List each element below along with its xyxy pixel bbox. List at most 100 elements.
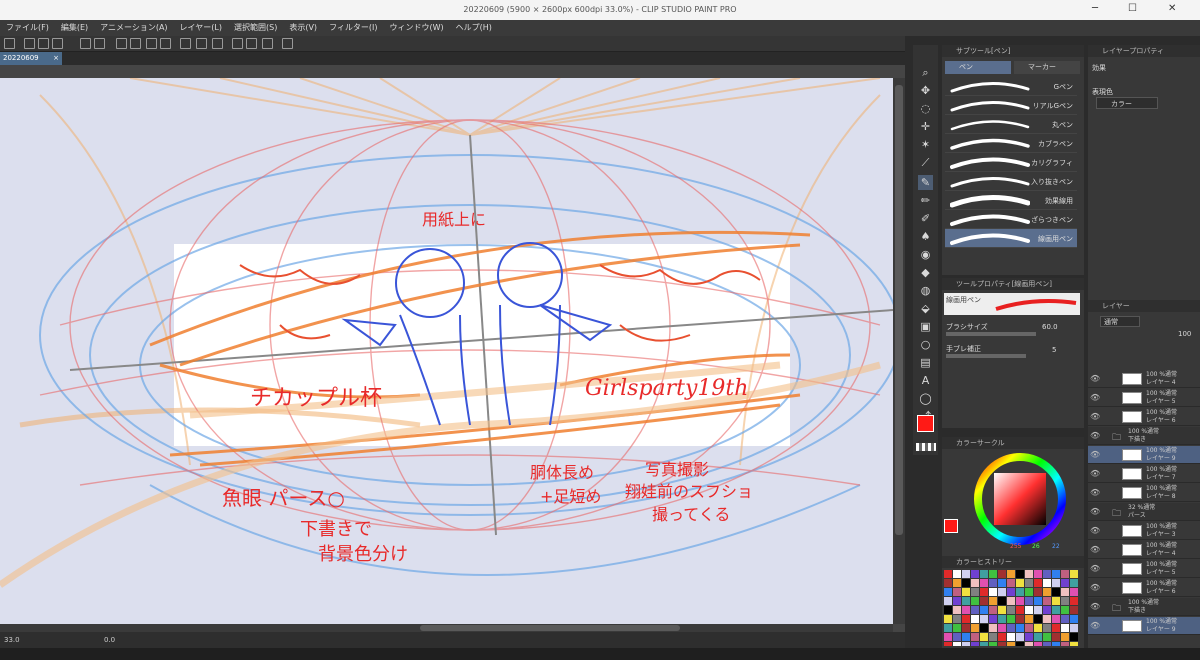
new-file-icon[interactable] (24, 38, 35, 49)
history-swatch[interactable] (944, 579, 952, 587)
history-swatch[interactable] (953, 642, 961, 646)
history-swatch[interactable] (1025, 597, 1033, 605)
auto-select-icon[interactable]: ✶ (918, 137, 933, 152)
layer-row[interactable]: 👁 100 %通常 レイヤー 8 (1088, 484, 1200, 502)
history-swatch[interactable] (980, 615, 988, 623)
save-icon[interactable] (52, 38, 63, 49)
history-swatch[interactable] (953, 615, 961, 623)
history-swatch[interactable] (1070, 642, 1078, 646)
history-swatch[interactable] (1007, 588, 1015, 596)
history-swatch[interactable] (1070, 633, 1078, 641)
history-swatch[interactable] (971, 597, 979, 605)
history-swatch[interactable] (1007, 642, 1015, 646)
layer-row[interactable]: 👁 100 %通常 レイヤー 6 (1088, 579, 1200, 597)
history-swatch[interactable] (1034, 606, 1042, 614)
redo-icon[interactable] (94, 38, 105, 49)
history-swatch[interactable] (980, 579, 988, 587)
history-swatch[interactable] (989, 597, 997, 605)
history-swatch[interactable] (1025, 579, 1033, 587)
history-swatch[interactable] (1052, 606, 1060, 614)
history-swatch[interactable] (971, 624, 979, 632)
close-tab-icon[interactable]: × (53, 52, 59, 65)
history-swatch[interactable] (1043, 570, 1051, 578)
visibility-eye-icon[interactable]: 👁 (1090, 469, 1100, 478)
history-swatch[interactable] (980, 606, 988, 614)
history-swatch[interactable] (989, 588, 997, 596)
history-swatch[interactable] (1016, 615, 1024, 623)
layer-row[interactable]: 👁 100 %通常 レイヤー 5 (1088, 560, 1200, 578)
layer-row[interactable]: 👁 100 %通常 レイヤー 9 (1088, 617, 1200, 635)
menu-file[interactable]: ファイル(F) (0, 20, 55, 36)
history-swatch[interactable] (998, 570, 1006, 578)
history-swatch[interactable] (1070, 570, 1078, 578)
undo-icon[interactable] (80, 38, 91, 49)
transform-icon[interactable] (160, 38, 171, 49)
history-swatch[interactable] (1016, 597, 1024, 605)
history-swatch[interactable] (980, 570, 988, 578)
history-swatch[interactable] (1007, 579, 1015, 587)
history-swatch[interactable] (1034, 570, 1042, 578)
history-swatch[interactable] (1043, 606, 1051, 614)
layer-row[interactable]: 👁 100 %通常 レイヤー 9 (1088, 446, 1200, 464)
menu-view[interactable]: 表示(V) (283, 20, 323, 36)
maximize-button[interactable]: ☐ (1128, 3, 1137, 14)
history-swatch[interactable] (989, 642, 997, 646)
stabilization-slider[interactable] (946, 354, 1026, 358)
current-color-swatch[interactable] (944, 519, 958, 533)
brush-size-slider[interactable] (946, 332, 1036, 336)
history-swatch[interactable] (962, 642, 970, 646)
menu-help[interactable]: ヘルプ(H) (450, 20, 498, 36)
history-swatch[interactable] (998, 588, 1006, 596)
visibility-eye-icon[interactable]: 👁 (1090, 583, 1100, 592)
history-swatch[interactable] (1034, 633, 1042, 641)
history-swatch[interactable] (1016, 642, 1024, 646)
history-swatch[interactable] (1052, 615, 1060, 623)
history-swatch[interactable] (962, 570, 970, 578)
history-swatch[interactable] (953, 624, 961, 632)
history-swatch[interactable] (953, 570, 961, 578)
history-swatch[interactable] (1061, 615, 1069, 623)
history-swatch[interactable] (989, 633, 997, 641)
history-swatch[interactable] (980, 633, 988, 641)
history-swatch[interactable] (1070, 624, 1078, 632)
history-swatch[interactable] (1052, 588, 1060, 596)
history-swatch[interactable] (944, 570, 952, 578)
history-swatch[interactable] (1034, 597, 1042, 605)
history-swatch[interactable] (1016, 633, 1024, 641)
visibility-eye-icon[interactable]: 👁 (1090, 450, 1100, 459)
history-swatch[interactable] (971, 570, 979, 578)
history-swatch[interactable] (1025, 615, 1033, 623)
airbrush-icon[interactable]: ♠ (918, 229, 933, 244)
history-swatch[interactable] (962, 588, 970, 596)
minimize-button[interactable]: ─ (1092, 3, 1098, 14)
history-swatch[interactable] (998, 615, 1006, 623)
history-swatch[interactable] (989, 615, 997, 623)
menu-filter[interactable]: フィルター(I) (323, 20, 383, 36)
color-history-grid[interactable] (944, 570, 1080, 646)
history-swatch[interactable] (944, 642, 952, 646)
visibility-eye-icon[interactable]: 👁 (1090, 526, 1100, 535)
transparent-swatch[interactable] (916, 443, 936, 451)
history-swatch[interactable] (962, 597, 970, 605)
history-swatch[interactable] (1043, 642, 1051, 646)
history-swatch[interactable] (962, 624, 970, 632)
history-swatch[interactable] (1025, 570, 1033, 578)
expression-select[interactable]: カラー (1096, 97, 1158, 109)
history-swatch[interactable] (953, 588, 961, 596)
history-swatch[interactable] (1061, 633, 1069, 641)
ruler-icon[interactable] (232, 38, 243, 49)
history-swatch[interactable] (1034, 579, 1042, 587)
history-swatch[interactable] (1052, 633, 1060, 641)
layer-opacity[interactable]: 100 (1178, 330, 1191, 338)
history-swatch[interactable] (980, 588, 988, 596)
zoom-tool-icon[interactable]: ⌕ (918, 65, 933, 80)
figure-icon[interactable]: ○ (918, 337, 933, 352)
fill-tool-icon[interactable]: ⬙ (918, 301, 933, 316)
history-swatch[interactable] (1061, 570, 1069, 578)
history-swatch[interactable] (989, 606, 997, 614)
history-swatch[interactable] (980, 642, 988, 646)
decoration-icon[interactable]: ◉ (918, 247, 933, 262)
history-swatch[interactable] (944, 606, 952, 614)
history-swatch[interactable] (1016, 606, 1024, 614)
history-swatch[interactable] (962, 633, 970, 641)
